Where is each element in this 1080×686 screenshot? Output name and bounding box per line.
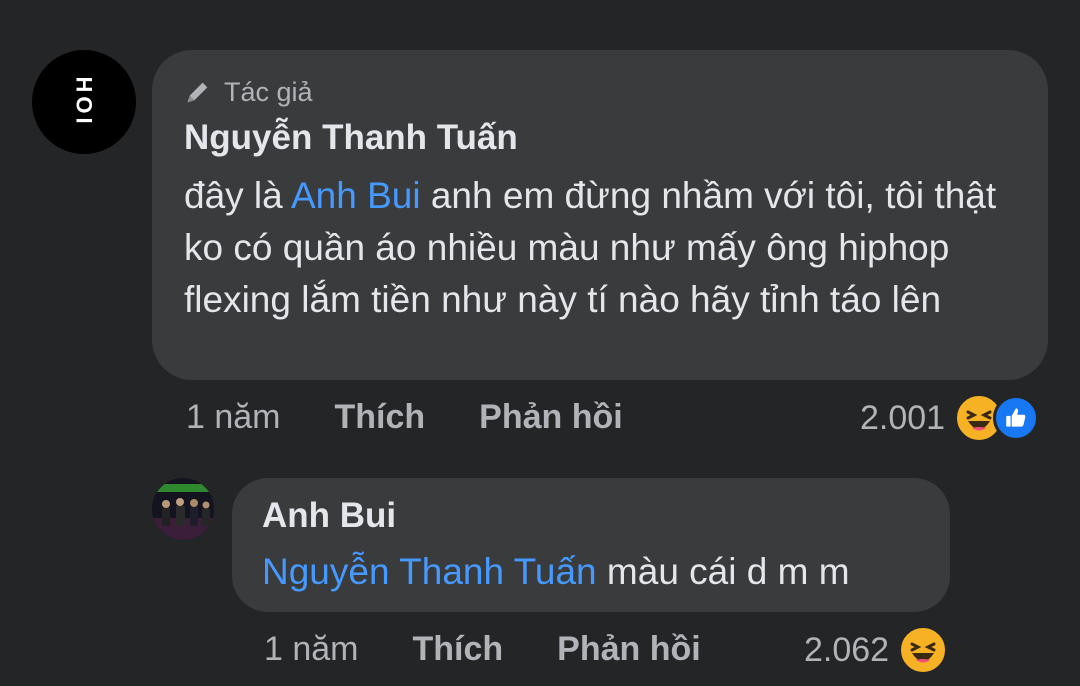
commenter-avatar[interactable]: HOI: [32, 50, 136, 154]
reply-reaction-count: 2.062: [804, 630, 890, 669]
reply-button[interactable]: Phản hồi: [479, 398, 623, 437]
comment-reactions[interactable]: 2.001: [860, 394, 1040, 442]
comment-author-name[interactable]: Nguyễn Thanh Tuấn: [184, 118, 1016, 158]
comment-text-before: đây là: [184, 175, 291, 216]
reply-actions: 1 năm Thích Phản hồi: [264, 630, 755, 669]
reply-bubble: Anh Bui Nguyễn Thanh Tuấn màu cái d m m: [232, 478, 950, 612]
like-button[interactable]: Thích: [335, 398, 426, 437]
replier-avatar-photo: [152, 478, 214, 540]
comment-mention-link[interactable]: Anh Bui: [291, 175, 421, 216]
avatar-logo-text: HOI: [72, 76, 97, 128]
reply-mention-link[interactable]: Nguyễn Thanh Tuấn: [262, 551, 597, 592]
reply-text: Nguyễn Thanh Tuấn màu cái d m m: [262, 546, 920, 598]
reply-reactions[interactable]: 2.062: [804, 626, 948, 674]
reply-text-after: màu cái d m m: [596, 551, 850, 592]
comment-actions: 1 năm Thích Phản hồi: [186, 398, 677, 437]
reply-author-name[interactable]: Anh Bui: [262, 496, 920, 536]
comment-text: đây là Anh Bui anh em đừng nhầm với tôi,…: [184, 170, 1024, 326]
comment-time[interactable]: 1 năm: [186, 398, 281, 437]
like-reaction-icon: [993, 395, 1040, 441]
reply-reply-button[interactable]: Phản hồi: [557, 630, 701, 669]
reply-time[interactable]: 1 năm: [264, 630, 359, 669]
replier-avatar[interactable]: [152, 478, 214, 540]
reply-like-button[interactable]: Thích: [413, 630, 504, 669]
pencil-icon: [187, 82, 208, 103]
comment-bubble: Tác giả Nguyễn Thanh Tuấn đây là Anh Bui…: [152, 50, 1048, 380]
author-badge-label: Tác giả: [224, 76, 313, 107]
reaction-count: 2.001: [860, 398, 946, 437]
haha-emoji-icon: [899, 626, 948, 674]
author-badge: Tác giả: [184, 74, 1016, 110]
